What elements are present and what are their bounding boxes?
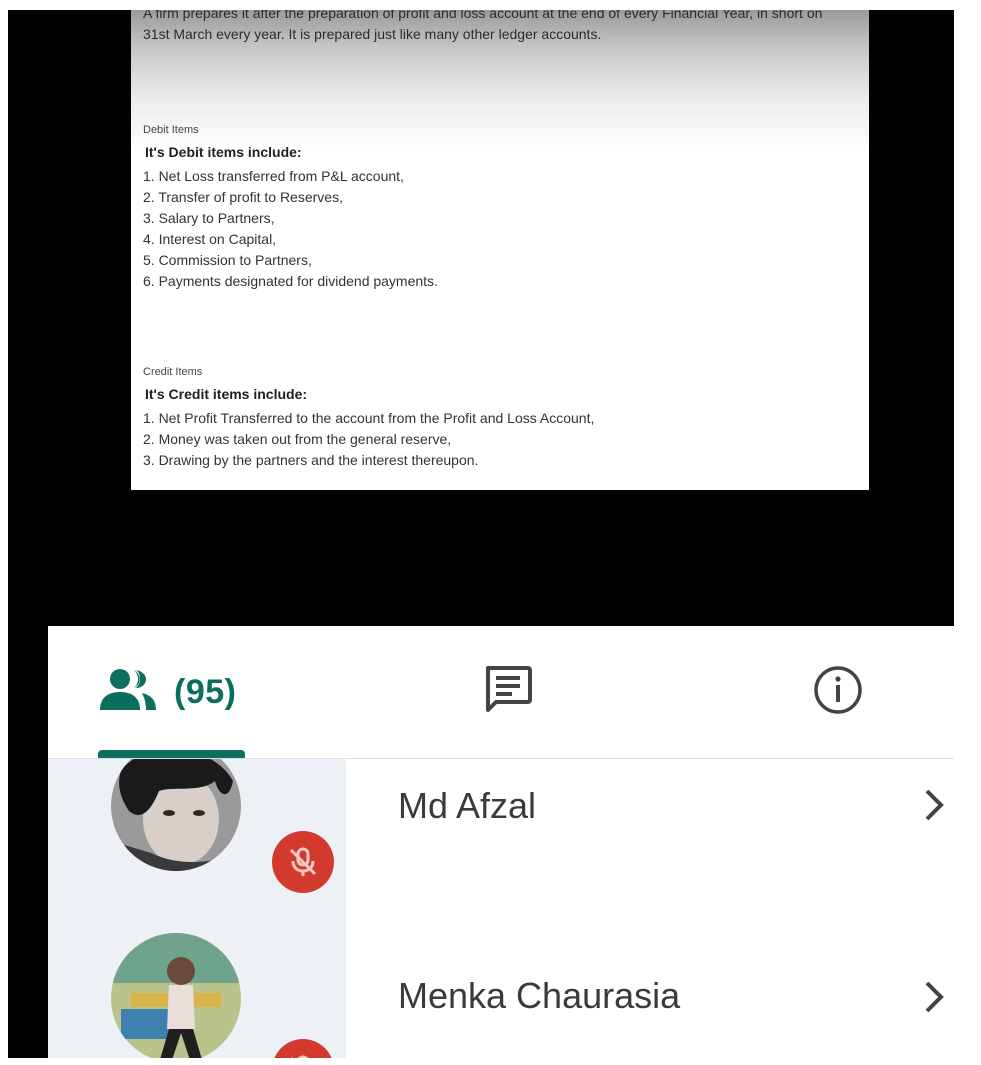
- participant-list: Md Afzal Menka Chaurasia: [48, 759, 954, 1058]
- chevron-right-icon: [924, 785, 946, 825]
- tab-info[interactable]: [788, 626, 888, 758]
- info-icon: [811, 663, 865, 722]
- credit-item: 2. Money was taken out from the general …: [143, 431, 452, 447]
- mic-off-icon: [272, 831, 334, 893]
- slide-intro-text: A firm prepares it after the preparation…: [143, 10, 823, 42]
- debit-items-list: 1. Net Loss transferred from P&L account…: [143, 166, 438, 292]
- debit-item: 2. Transfer of profit to Reserves,: [143, 189, 343, 205]
- credit-items-list: 1. Net Profit Transferred to the account…: [143, 408, 594, 471]
- credit-section-heading: It's Credit items include:: [145, 386, 308, 402]
- debit-section-heading: It's Debit items include:: [145, 144, 302, 160]
- participant-row[interactable]: Menka Chaurasia: [48, 913, 954, 1058]
- shared-screen-slide: A firm prepares it after the preparation…: [131, 10, 869, 490]
- participants-panel: (95) Md Afzal Menka Chaurasia: [48, 626, 954, 1058]
- debit-item: 1. Net Loss transferred from P&L account…: [143, 168, 404, 184]
- meeting-window: A firm prepares it after the preparation…: [8, 10, 954, 1058]
- debit-item: 4. Interest on Capital,: [143, 231, 277, 247]
- tab-people[interactable]: (95): [96, 626, 296, 758]
- chevron-right-icon: [924, 977, 946, 1017]
- participant-name: Md Afzal: [398, 785, 537, 826]
- active-tab-indicator: [98, 750, 245, 758]
- credit-item: 1. Net Profit Transferred to the account…: [143, 410, 595, 426]
- participant-row[interactable]: Md Afzal: [48, 759, 954, 913]
- debit-item: 3. Salary to Partners,: [143, 210, 275, 226]
- panel-tab-bar: (95): [48, 626, 954, 759]
- credit-item: 3. Drawing by the partners and the inter…: [143, 452, 479, 468]
- debit-item: 5. Commission to Partners,: [143, 252, 312, 268]
- chat-icon: [480, 662, 536, 723]
- people-icon: [96, 666, 160, 719]
- participant-name: Menka Chaurasia: [398, 975, 681, 1016]
- tab-chat[interactable]: [458, 626, 558, 758]
- participant-count: (95): [174, 672, 237, 711]
- debit-section-label: Debit Items: [143, 124, 199, 136]
- credit-section-label: Credit Items: [143, 366, 203, 378]
- avatar: [111, 933, 241, 1058]
- debit-item: 6. Payments designated for dividend paym…: [143, 273, 438, 289]
